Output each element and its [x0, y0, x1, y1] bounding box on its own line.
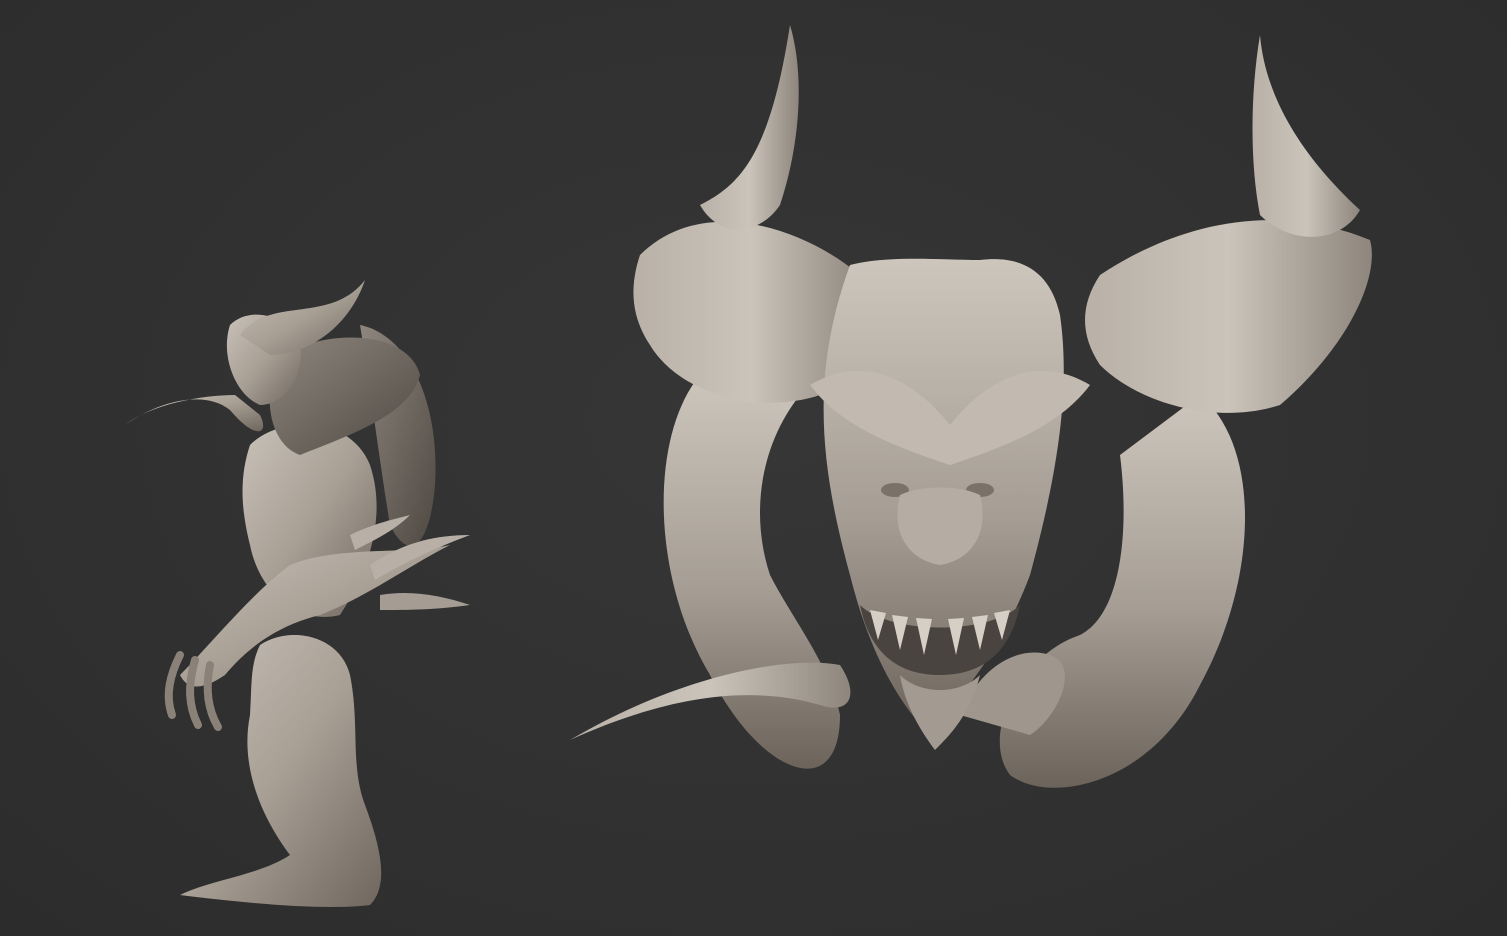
demon-head-sculpt: [560, 15, 1400, 815]
sculpt-viewport: [0, 0, 1507, 936]
right-upper-horn: [1252, 35, 1360, 237]
left-upper-horn: [700, 25, 799, 230]
right-horn-arch: [1085, 220, 1372, 413]
full-body-sculpt: [110, 265, 470, 915]
arm-spike-2: [380, 593, 470, 610]
full-body-sculpt-svg: [125, 280, 470, 907]
horn-lower: [125, 395, 264, 432]
left-curl-horn: [663, 375, 840, 769]
demon-head-sculpt-svg: [570, 25, 1372, 788]
claws: [164, 651, 222, 731]
